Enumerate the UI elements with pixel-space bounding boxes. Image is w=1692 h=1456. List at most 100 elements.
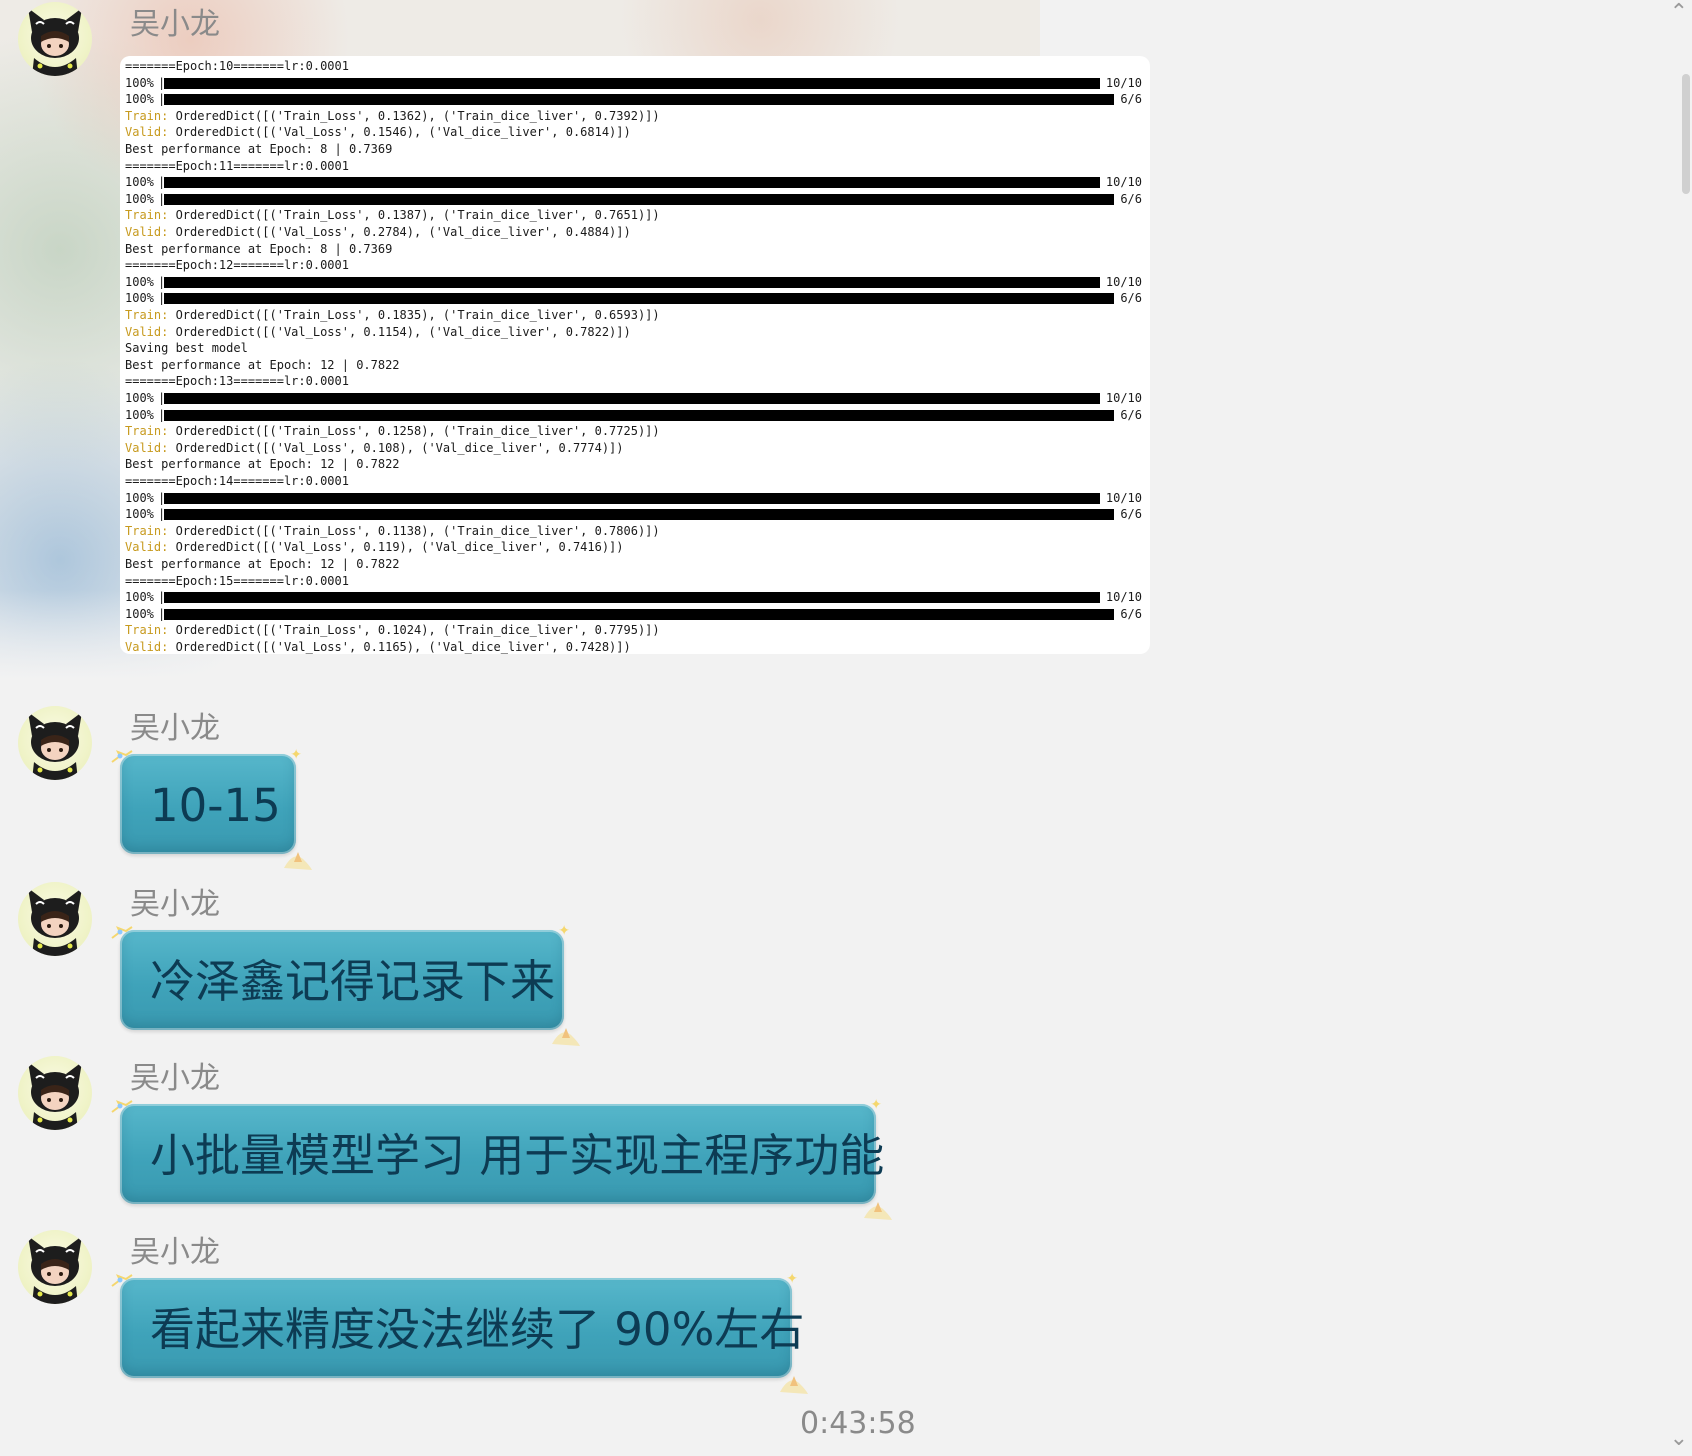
progress-bar [164, 276, 1100, 288]
progress-bar-fill [164, 509, 1114, 521]
progress-count: 10/10 [1105, 391, 1142, 405]
chat-window: ⌃ 吴小龙 =======Epoch:10=======lr:0.0001 10… [0, 0, 1692, 1456]
log-line-text: OrderedDict([('Val_Loss', 0.119), ('Val_… [168, 540, 624, 555]
log-line: Best performance at Epoch: 12 | 0.7822 [125, 456, 1142, 472]
log-line-text: =======Epoch:13=======lr:0.0001 [125, 374, 349, 389]
log-line: Best performance at Epoch: 8 | 0.7369 [125, 241, 1142, 257]
progress-count: 6/6 [1120, 191, 1142, 206]
training-log-image[interactable]: =======Epoch:10=======lr:0.0001 100% | 10/1… [120, 56, 1150, 654]
log-line-text: =======Epoch:14=======lr:0.0001 [125, 474, 349, 488]
log-line-prefix: Train: [125, 623, 169, 638]
log-line: Train: OrderedDict([('Train_Loss', 0.113… [125, 523, 1142, 539]
log-line-text: OrderedDict([('Val_Loss', 0.1546), ('Val… [168, 125, 631, 140]
message-bubble[interactable]: ✦ 看起来精度没法继续了 90%左右 [111, 1272, 808, 1394]
log-line-text: Saving best model [125, 341, 248, 356]
message-timestamp: 0:43:58 [800, 1406, 916, 1441]
log-line-text: OrderedDict([('Val_Loss', 0.1154), ('Val… [168, 324, 631, 339]
log-line: Train: OrderedDict([('Train_Loss', 0.125… [125, 423, 1142, 439]
progress-bar-fill [164, 492, 1100, 504]
progress-bar-row: 100% | 10/10 [125, 274, 1142, 290]
log-line-text: OrderedDict([('Train_Loss', 0.1835), ('T… [168, 308, 660, 322]
log-line: Valid: OrderedDict([('Val_Loss', 0.108),… [125, 440, 1142, 456]
chevron-down-icon[interactable]: ⌄ [1670, 1428, 1688, 1450]
log-line: Train: OrderedDict([('Train_Loss', 0.183… [125, 307, 1142, 323]
progress-percent: 100% [125, 606, 154, 621]
avatar[interactable] [18, 2, 92, 76]
progress-count: 6/6 [1120, 606, 1142, 621]
message-text: 10-15 [150, 779, 281, 832]
message-bubble[interactable]: ✦ 小批量模型学习 用于实现主程序功能 [111, 1098, 892, 1220]
progress-count: 10/10 [1105, 590, 1142, 605]
log-line-text: =======Epoch:15=======lr:0.0001 [125, 573, 349, 588]
log-line: Saving best model [125, 340, 1142, 356]
sender-name: 吴小龙 [130, 1235, 220, 1270]
progress-bar-row: 100% | 6/6 [125, 506, 1142, 522]
progress-count: 6/6 [1120, 507, 1142, 522]
progress-count: 10/10 [1105, 75, 1142, 90]
progress-bar [164, 393, 1100, 404]
log-line-prefix: Valid: [125, 640, 169, 654]
avatar[interactable] [18, 882, 92, 956]
avatar[interactable] [18, 1056, 92, 1130]
log-line-text: OrderedDict([('Train_Loss', 0.1024), ('T… [168, 623, 660, 638]
progress-bar [164, 293, 1114, 305]
progress-bar [164, 77, 1100, 89]
cat-hood-avatar-icon [28, 8, 82, 76]
message-text: 小批量模型学习 用于实现主程序功能 [150, 1129, 885, 1182]
progress-bar-row: 100% | 6/6 [125, 91, 1142, 107]
log-line-prefix: Valid: [125, 540, 169, 555]
message: 吴小龙 ✦ 10-15 [0, 706, 1600, 870]
sender-name: 吴小龙 [130, 711, 220, 746]
log-line: =======Epoch:15=======lr:0.0001 [125, 573, 1142, 589]
log-line: Valid: OrderedDict([('Val_Loss', 0.1154)… [125, 324, 1142, 340]
log-line: =======Epoch:11=======lr:0.0001 [125, 158, 1142, 174]
progress-bar [164, 177, 1100, 189]
scrollbar-thumb[interactable] [1682, 74, 1690, 194]
log-line-prefix: Valid: [125, 125, 169, 140]
progress-percent: 100% [125, 507, 154, 522]
sparkle-decoration-icon [111, 1100, 133, 1113]
log-line-text: OrderedDict([('Val_Loss', 0.1165), ('Val… [168, 640, 631, 654]
log-line: Valid: OrderedDict([('Val_Loss', 0.1165)… [125, 639, 1142, 654]
message-bubble[interactable]: ✦ 10-15 [111, 748, 312, 870]
log-line-prefix: Valid: [125, 225, 169, 239]
log-line-prefix: Train: [125, 523, 169, 538]
log-line-prefix: Train: [125, 108, 169, 123]
progress-bar [164, 193, 1114, 205]
message: 吴小龙 ✦ 冷泽鑫记得记录下来 [0, 882, 1600, 1046]
log-line: =======Epoch:10=======lr:0.0001 [125, 58, 1142, 74]
log-line-text: OrderedDict([('Train_Loss', 0.1387), ('T… [168, 208, 660, 223]
progress-percent: 100% [125, 92, 154, 107]
scrollbar[interactable] [1682, 74, 1692, 194]
progress-percent: 100% [125, 490, 154, 505]
log-line: Valid: OrderedDict([('Val_Loss', 0.1546)… [125, 124, 1142, 140]
avatar[interactable] [18, 1230, 92, 1304]
progress-bar-row: 100% | 6/6 [125, 407, 1142, 423]
star-decoration-icon: ✦ [290, 747, 302, 763]
progress-bar-fill [164, 409, 1114, 421]
avatar[interactable] [18, 706, 92, 780]
flower-decoration-icon [284, 852, 312, 870]
log-line: Train: OrderedDict([('Train_Loss', 0.136… [125, 108, 1142, 124]
message-bubble[interactable]: ✦ 冷泽鑫记得记录下来 [111, 924, 580, 1046]
sender-name: 吴小龙 [130, 887, 220, 922]
progress-bar-fill [164, 592, 1100, 604]
message-text: 看起来精度没法继续了 90%左右 [150, 1303, 805, 1356]
log-line-text: Best performance at Epoch: 8 | 0.7369 [125, 241, 393, 256]
message-image-log: 吴小龙 =======Epoch:10=======lr:0.0001 100% |… [0, 0, 1600, 660]
progress-bar [164, 608, 1114, 620]
chevron-up-icon[interactable]: ⌃ [1670, 2, 1688, 24]
log-line-text: OrderedDict([('Train_Loss', 0.1138), ('T… [168, 523, 660, 538]
log-line-text: Best performance at Epoch: 12 | 0.7822 [125, 457, 400, 472]
progress-count: 10/10 [1105, 175, 1142, 190]
progress-bar-row: 100% | 10/10 [125, 390, 1142, 406]
message-text: 冷泽鑫记得记录下来 [150, 955, 556, 1008]
progress-percent: 100% [125, 407, 154, 422]
log-line-text: =======Epoch:10=======lr:0.0001 [125, 59, 349, 73]
log-line-text: =======Epoch:12=======lr:0.0001 [125, 258, 349, 273]
progress-bar-row: 100% | 10/10 [125, 589, 1142, 605]
progress-percent: 100% [125, 274, 154, 289]
progress-percent: 100% [125, 291, 154, 306]
log-line-text: OrderedDict([('Val_Loss', 0.108), ('Val_… [168, 440, 624, 455]
progress-bar-row: 100% | 10/10 [125, 75, 1142, 91]
